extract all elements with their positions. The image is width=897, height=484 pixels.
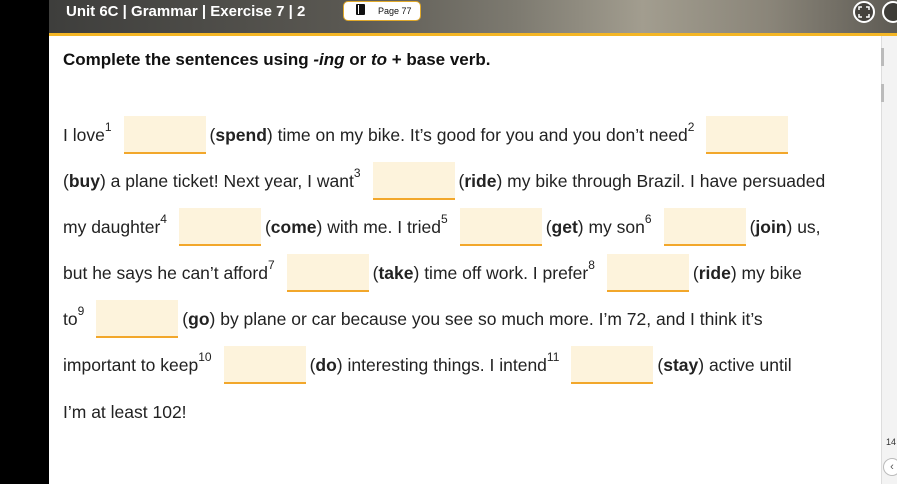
gap-number: 11	[546, 350, 560, 364]
gap-number: 7	[267, 258, 275, 272]
right-scroll-rail[interactable]	[881, 36, 897, 484]
page-reference-button[interactable]: Page 77	[343, 1, 421, 21]
sentence-line: my daughter 4 (come) with me. I tried 5 …	[63, 208, 821, 246]
exercise-title: Unit 6C | Grammar | Exercise 7 | 2	[66, 3, 306, 20]
instruction-text: Complete the sentences using -ing or to …	[63, 50, 491, 69]
answer-gap-8[interactable]	[606, 254, 689, 292]
answer-gap-7[interactable]	[286, 254, 369, 292]
sentence-line: but he says he can’t afford 7 (take) tim…	[63, 254, 802, 292]
chevron-left-icon: ‹	[890, 461, 894, 473]
close-button[interactable]	[882, 1, 897, 23]
answer-gap-1[interactable]	[123, 116, 206, 154]
answer-gap-5[interactable]	[459, 208, 542, 246]
fullscreen-button[interactable]	[853, 1, 875, 23]
page-button-label: Page 77	[378, 6, 412, 16]
answer-gap-9[interactable]	[96, 300, 179, 338]
left-margin	[0, 0, 49, 484]
verb-hint: buy	[68, 171, 100, 191]
answer-gap-11[interactable]	[571, 346, 654, 384]
verb-hint: ride	[698, 263, 731, 283]
verb-hint: get	[551, 217, 578, 237]
answer-gap-6[interactable]	[663, 208, 746, 246]
verb-hint: go	[188, 309, 210, 329]
gap-number: 4	[160, 212, 167, 226]
answer-gap-3[interactable]	[372, 162, 455, 200]
gap-number: 6	[644, 212, 652, 226]
gap-number: 2	[687, 120, 695, 134]
verb-hint: come	[270, 217, 317, 237]
gap-number: 10	[198, 350, 212, 364]
sentence-line: to 9 (go) by plane or car because you se…	[63, 300, 763, 338]
expand-icon	[858, 6, 870, 18]
verb-hint: do	[315, 355, 337, 375]
verb-hint: join	[755, 217, 787, 237]
verb-hint: spend	[215, 125, 267, 145]
gap-number: 9	[77, 304, 85, 318]
sentence-line: I love 1 (spend) time on my bike. It’s g…	[63, 116, 792, 154]
answer-gap-4[interactable]	[178, 208, 261, 246]
book-icon	[356, 2, 365, 20]
sentence-line: important to keep 10 (do) interesting th…	[63, 346, 792, 384]
page-number: 14	[886, 437, 897, 447]
gap-number: 8	[588, 258, 595, 272]
answer-gap-2[interactable]	[706, 116, 789, 154]
verb-hint: take	[378, 263, 414, 283]
answer-gap-10[interactable]	[223, 346, 306, 384]
rail-marker	[881, 84, 884, 102]
sentence-line: I’m at least 102!	[63, 402, 187, 422]
verb-hint: ride	[464, 171, 497, 191]
gap-number: 1	[104, 120, 112, 134]
gap-number: 5	[441, 212, 448, 226]
gap-number: 3	[353, 166, 361, 180]
verb-hint: stay	[663, 355, 699, 375]
rail-marker	[881, 48, 884, 66]
sentence-line: (buy) a plane ticket! Next year, I want …	[63, 162, 825, 200]
previous-page-button[interactable]: ‹	[883, 458, 897, 476]
